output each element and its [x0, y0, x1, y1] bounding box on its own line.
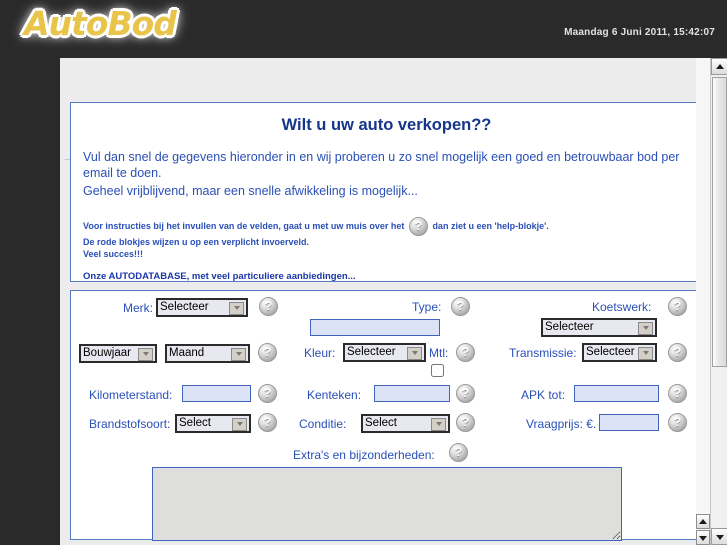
- autodatabase-link[interactable]: Onze AUTODATABASE, met veel particuliere…: [83, 271, 690, 283]
- conditie-help-icon[interactable]: ?: [456, 413, 475, 432]
- vraagprijs-label: Vraagprijs: €.: [526, 417, 597, 431]
- intro-paragraph-1: Vul dan snel de gegevens hieronder in en…: [83, 150, 680, 180]
- chevron-down-icon: [715, 534, 724, 540]
- kenteken-help-icon[interactable]: ?: [456, 384, 475, 403]
- chevron-down-icon: [699, 535, 707, 541]
- help-icon[interactable]: ?: [408, 217, 428, 236]
- scrollbar-thumb[interactable]: [712, 77, 727, 367]
- instructions-line-1b: dan ziet u een 'help-blokje'.: [432, 220, 549, 231]
- brandstofsoort-label: Brandstofsoort:: [89, 417, 171, 431]
- apk-input[interactable]: [574, 385, 659, 402]
- kleur-label: Kleur:: [304, 346, 336, 360]
- conditie-select-wrap: Select: [361, 413, 450, 433]
- instructions-text: Voor instructies bij het invullen van de…: [83, 217, 690, 283]
- conditie-select[interactable]: Select: [361, 413, 450, 433]
- merk-help-icon[interactable]: ?: [259, 297, 278, 316]
- bouwjaar-select-wrap: Bouwjaar: [79, 343, 157, 363]
- mtl-checkbox[interactable]: [431, 364, 444, 377]
- kleur-select[interactable]: Selecteer: [343, 342, 426, 362]
- maand-select-wrap: Maand: [165, 343, 250, 363]
- intro-panel: Wilt u uw auto verkopen?? Vul dan snel d…: [70, 102, 703, 282]
- transmissie-help-icon[interactable]: ?: [668, 343, 687, 362]
- instructions-line-1a: Voor instructies bij het invullen van de…: [83, 220, 405, 231]
- conditie-label: Conditie:: [299, 417, 347, 431]
- koetswerk-label: Koetswerk:: [592, 300, 652, 314]
- intro-text: Vul dan snel de gegevens hieronder in en…: [83, 149, 690, 199]
- chevron-up-icon: [699, 518, 707, 524]
- inner-scrollbar[interactable]: [696, 58, 710, 545]
- window-scrollbar[interactable]: [710, 58, 727, 545]
- extras-help-icon[interactable]: ?: [449, 443, 468, 462]
- instructions-line-1: Voor instructies bij het invullen van de…: [83, 217, 690, 236]
- koetswerk-select[interactable]: Selecteer: [541, 317, 657, 337]
- transmissie-select-wrap: Selecteer: [582, 342, 657, 362]
- merk-select[interactable]: Selecteer: [156, 297, 248, 317]
- kenteken-label: Kenteken:: [307, 388, 362, 402]
- kleur-help-icon[interactable]: ?: [456, 343, 475, 362]
- transmissie-label: Transmissie:: [509, 346, 577, 360]
- datetime-display: Maandag 6 Juni 2011, 15:42:07: [564, 27, 715, 38]
- kilometerstand-input[interactable]: [182, 385, 251, 402]
- brandstofsoort-help-icon[interactable]: ?: [258, 413, 277, 432]
- brandstofsoort-select[interactable]: Select: [175, 413, 251, 433]
- instructions-line-2: De rode blokjes wijzen u op een verplich…: [83, 237, 310, 247]
- intro-paragraph-2: Geheel vrijblijvend, maar een snelle afw…: [83, 184, 418, 198]
- top-bar: AutoBod Maandag 6 Juni 2011, 15:42:07: [0, 0, 727, 58]
- type-help-icon[interactable]: ?: [451, 297, 470, 316]
- car-details-form: Merk: Selecteer ? Type: ? Koetswerk: Sel…: [70, 290, 703, 541]
- page-title: Wilt u uw auto verkopen??: [281, 116, 492, 134]
- apk-label: APK tot:: [521, 388, 566, 402]
- type-input[interactable]: [310, 319, 440, 336]
- transmissie-select[interactable]: Selecteer: [582, 342, 657, 362]
- kleur-select-wrap: Selecteer: [343, 342, 426, 362]
- vraagprijs-input[interactable]: [599, 414, 659, 431]
- koetswerk-help-icon[interactable]: ?: [668, 297, 687, 316]
- browser-viewport: AutoBod AutoBod AutoBod AutoBod AutoBod …: [60, 58, 727, 545]
- extras-textarea[interactable]: [152, 467, 622, 541]
- page-content: Wilt u uw auto verkopen?? Vul dan snel d…: [60, 58, 713, 545]
- extras-label: Extra's en bijzonderheden:: [293, 448, 435, 462]
- mtl-label: Mtl:: [429, 346, 449, 360]
- koetswerk-select-wrap: Selecteer: [541, 317, 657, 337]
- scroll-down-button[interactable]: [711, 528, 727, 545]
- inner-scroll-up-button[interactable]: [696, 514, 710, 529]
- type-label: Type:: [412, 300, 442, 314]
- kenteken-input[interactable]: [374, 385, 450, 402]
- merk-label: Merk:: [123, 301, 153, 315]
- screen: AutoBod Maandag 6 Juni 2011, 15:42:07 Au…: [0, 0, 727, 545]
- apk-help-icon[interactable]: ?: [668, 384, 687, 403]
- brandstofsoort-select-wrap: Select: [175, 413, 251, 433]
- vraagprijs-help-icon[interactable]: ?: [668, 413, 687, 432]
- merk-select-wrap: Selecteer: [156, 297, 248, 317]
- scroll-up-button[interactable]: [711, 58, 727, 75]
- kilometerstand-help-icon[interactable]: ?: [258, 384, 277, 403]
- maand-select[interactable]: Maand: [165, 343, 250, 363]
- bouwjaar-help-icon[interactable]: ?: [258, 343, 277, 362]
- chevron-up-icon: [715, 63, 724, 69]
- autobod-logo: AutoBod: [24, 4, 177, 43]
- kilometerstand-label: Kilometerstand:: [89, 388, 173, 402]
- bouwjaar-select[interactable]: Bouwjaar: [79, 343, 157, 363]
- instructions-line-3: Veel succes!!!: [83, 249, 144, 259]
- inner-scroll-down-button[interactable]: [696, 530, 710, 545]
